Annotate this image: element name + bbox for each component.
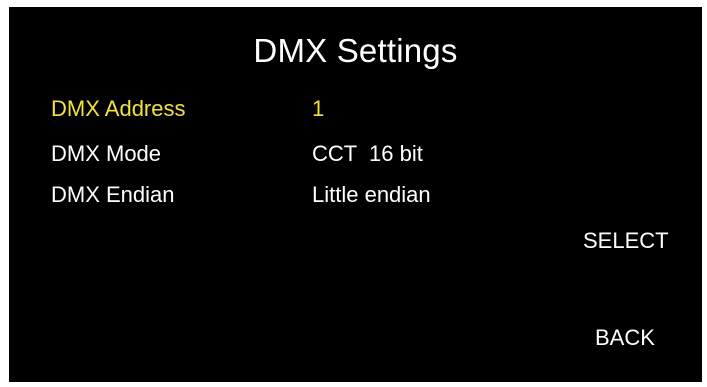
setting-value-dmx-address: 1 (312, 96, 325, 121)
setting-label-dmx-address: DMX Address (51, 96, 186, 121)
select-button[interactable]: SELECT (583, 226, 669, 256)
dmx-settings-screen: DMX Settings DMX Address 1 DMX Mode CCT … (9, 7, 702, 382)
setting-row-dmx-address[interactable]: DMX Address 1 (9, 93, 702, 125)
setting-row-dmx-mode[interactable]: DMX Mode CCT 16 bit (9, 138, 702, 170)
setting-label-dmx-endian: DMX Endian (51, 182, 175, 207)
setting-row-dmx-endian[interactable]: DMX Endian Little endian (9, 179, 702, 211)
setting-label-dmx-mode: DMX Mode (51, 141, 162, 166)
setting-value-dmx-endian: Little endian (312, 182, 431, 207)
page-title: DMX Settings (253, 32, 458, 69)
back-button[interactable]: BACK (595, 323, 655, 353)
setting-value-dmx-mode: CCT 16 bit (312, 141, 423, 166)
